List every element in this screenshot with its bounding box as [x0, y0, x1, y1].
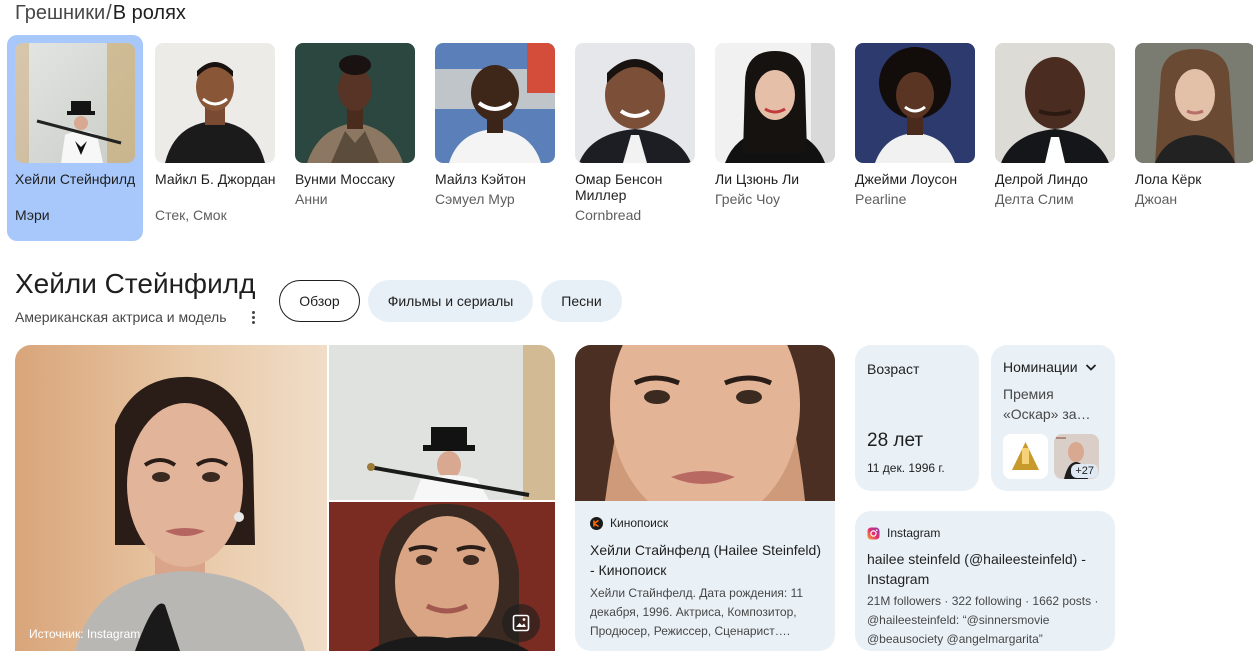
cast-name: Лола Кёрк	[1135, 171, 1202, 187]
kinopoisk-source: Кинопоиск	[590, 516, 668, 530]
nominations-text: Премия «Оскар» за…	[1003, 386, 1091, 422]
cast-card[interactable]: Делрой Линдо Делта Слим	[987, 35, 1123, 241]
cast-name: Джейми Лоусон	[855, 171, 958, 187]
cast-card[interactable]: Хейли Стейнфилд Мэри	[7, 35, 143, 241]
instagram-snippet: 21M followers · 322 following · 1662 pos…	[867, 594, 1099, 646]
cast-role: Анни	[295, 191, 328, 207]
cast-card[interactable]: Майкл Б. Джордан Стек, Смок	[147, 35, 283, 241]
cast-name: Ли Цзюнь Ли	[715, 171, 800, 187]
cast-name: Майлз Кэйтон	[435, 171, 526, 187]
cast-card[interactable]: Лола Кёрк Джоан	[1127, 35, 1253, 241]
age-label: Возраст	[867, 361, 920, 377]
nominations-more-count: +27	[1071, 464, 1098, 478]
cast-card[interactable]: Ли Цзюнь Ли Грейс Чоу	[707, 35, 843, 241]
cast-photo	[435, 43, 555, 163]
breadcrumb-separator: /	[106, 2, 112, 24]
cast-role: Джоан	[1135, 191, 1178, 207]
breadcrumb: Грешники/В ролях	[15, 2, 186, 25]
oscar-award-icon[interactable]	[1003, 434, 1048, 479]
main-photo[interactable]: Источник: Instagram	[15, 345, 327, 651]
cast-name: Омар Бенсон Миллер	[575, 171, 663, 203]
chevron-down-icon[interactable]	[1083, 359, 1099, 375]
cast-photo	[1135, 43, 1253, 163]
instagram-logo-icon	[867, 527, 880, 539]
image-source-label: Источник: Instagram	[29, 627, 141, 641]
photo-closeup[interactable]	[329, 502, 555, 651]
cast-name: Делрой Линдо	[995, 171, 1088, 187]
cast-card[interactable]: Вунми Моссаку Анни	[287, 35, 423, 241]
tab-movies-series[interactable]: Фильмы и сериалы	[368, 280, 533, 322]
nomination-photo[interactable]: +27	[1054, 434, 1099, 479]
birth-date: 11 дек. 1996 г.	[867, 461, 945, 475]
breadcrumb-parent[interactable]: Грешники	[15, 2, 105, 24]
cast-photo	[995, 43, 1115, 163]
kinopoisk-result-card[interactable]: Кинопоиск Хейли Стайнфелд (Hailee Steinf…	[575, 345, 835, 651]
nominations-card[interactable]: Номинации Премия «Оскар» за… +27	[991, 345, 1115, 491]
cast-role: Мэри	[15, 207, 50, 223]
cast-role: Сэмуел Мур	[435, 191, 515, 207]
kinopoisk-photo	[575, 345, 835, 525]
cast-role: Грейс Чоу	[715, 191, 781, 207]
photo-top-hat[interactable]	[329, 345, 555, 500]
cast-role: Cornbread	[575, 207, 642, 223]
cast-role: Стек, Смок	[155, 207, 227, 223]
kinopoisk-title[interactable]: Хейли Стайнфелд (Hailee Steinfeld) - Кин…	[590, 540, 826, 580]
cast-name: Вунми Моссаку	[295, 171, 395, 187]
kinopoisk-source-name: Кинопоиск	[610, 516, 669, 530]
entity-subtitle: Американская актриса и модель	[15, 309, 227, 325]
entity-title: Хейли Стейнфилд	[15, 268, 256, 299]
more-options-icon[interactable]	[246, 306, 260, 328]
instagram-result-card[interactable]: Instagram hailee steinfeld (@haileestein…	[855, 511, 1115, 651]
cast-photo	[155, 43, 275, 163]
cast-carousel: Хейли Стейнфилд Мэри Майкл Б. Джордан Ст…	[7, 35, 1253, 241]
cast-role: Делта Слим	[995, 191, 1074, 207]
instagram-title[interactable]: hailee steinfeld (@haileesteinfeld) - In…	[867, 549, 1103, 589]
cast-photo	[15, 43, 135, 163]
breadcrumb-current: В ролях	[112, 2, 186, 24]
age-value: 28 лет	[867, 430, 924, 451]
nominations-label: Номинации	[1003, 359, 1078, 375]
kinopoisk-logo-icon	[590, 516, 603, 530]
kinopoisk-snippet: Хейли Стайнфелд. Дата рождения: 11 декаб…	[590, 586, 804, 638]
age-card[interactable]: Возраст 28 лет 11 дек. 1996 г.	[855, 345, 979, 491]
tab-songs[interactable]: Песни	[541, 280, 622, 322]
instagram-source: Instagram	[867, 526, 940, 540]
cast-name: Хейли Стейнфилд	[15, 171, 136, 187]
cast-photo	[715, 43, 835, 163]
cast-card[interactable]: Майлз Кэйтон Сэмуел Мур	[427, 35, 563, 241]
cast-role: Pearline	[855, 191, 907, 207]
cast-photo	[295, 43, 415, 163]
cast-photo	[575, 43, 695, 163]
tab-overview[interactable]: Обзор	[279, 280, 360, 322]
cast-name: Майкл Б. Джордан	[155, 171, 276, 187]
instagram-source-name: Instagram	[887, 526, 941, 540]
image-search-icon[interactable]	[502, 604, 540, 642]
cast-card[interactable]: Омар Бенсон Миллер Cornbread	[567, 35, 703, 241]
cast-photo	[855, 43, 975, 163]
cast-card[interactable]: Джейми Лоусон Pearline	[847, 35, 983, 241]
